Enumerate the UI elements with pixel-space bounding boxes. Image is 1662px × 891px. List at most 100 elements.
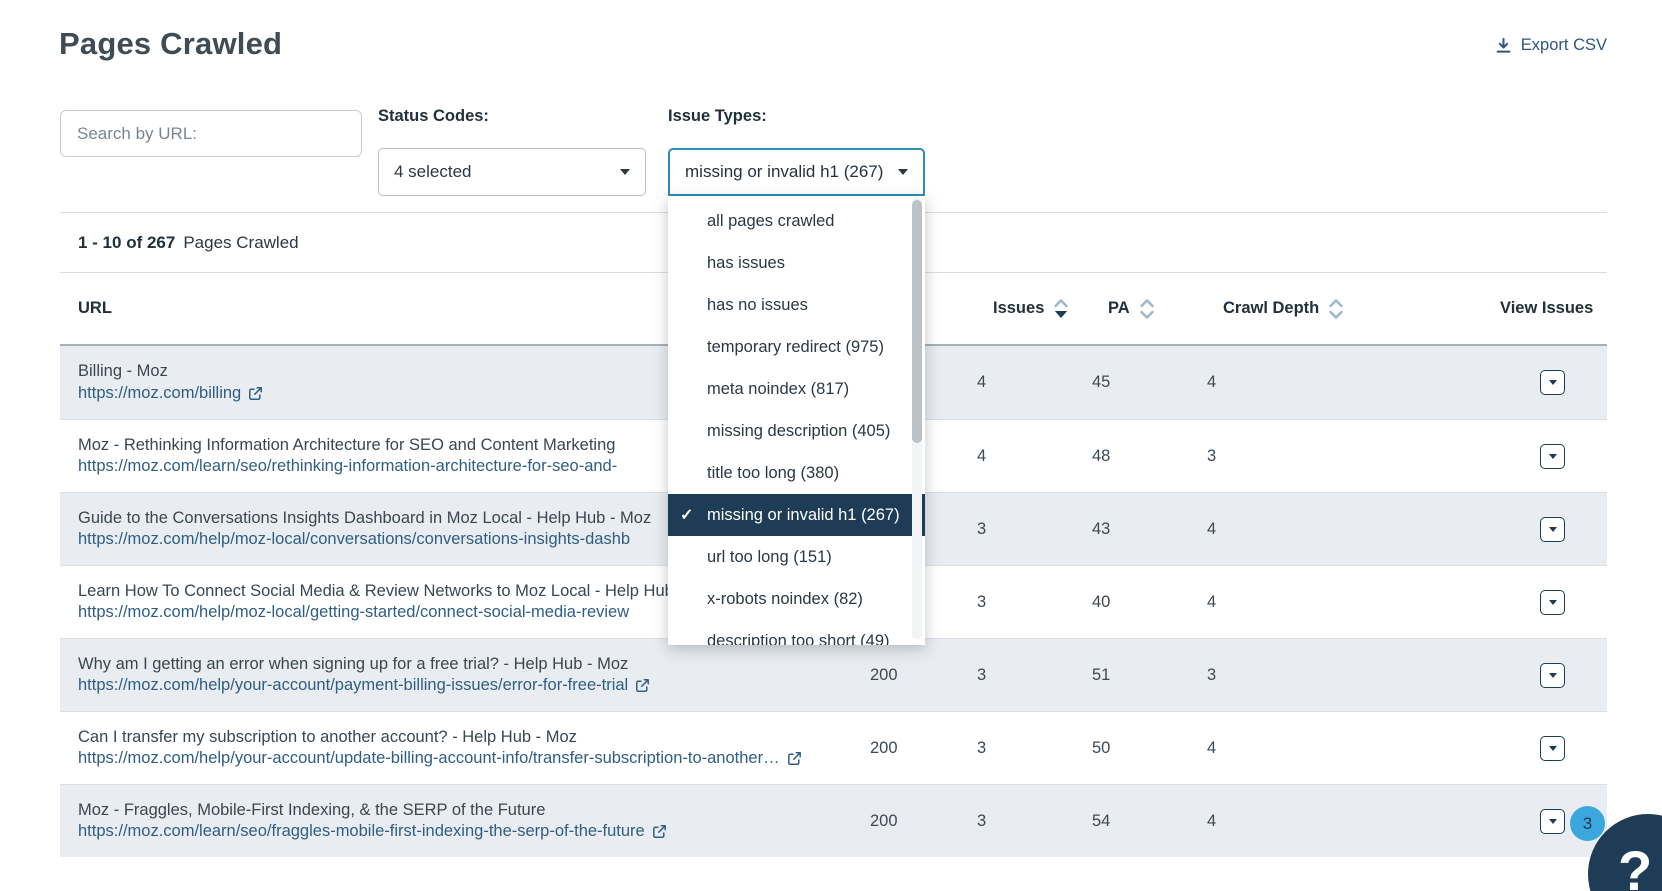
status-code-value: 200 — [870, 812, 965, 831]
external-link-icon — [787, 751, 802, 766]
sort-icon-issues-descending-active[interactable] — [1052, 297, 1070, 321]
view-issues-button[interactable] — [1540, 370, 1565, 395]
issue-type-option[interactable]: ✓temporary redirect (975) — [668, 326, 925, 368]
issue-type-option[interactable]: ✓missing description (405) — [668, 410, 925, 452]
issue-types-value: missing or invalid h1 (267) — [685, 162, 883, 182]
view-issues-button[interactable] — [1540, 590, 1565, 615]
status-code-value: 200 — [870, 666, 965, 685]
page-title-text: Moz - Fraggles, Mobile-First Indexing, &… — [78, 800, 870, 821]
option-label: all pages crawled — [707, 212, 835, 231]
page-url-link[interactable]: https://moz.com/learn/seo/rethinking-inf… — [78, 456, 617, 477]
status-codes-dropdown[interactable]: 4 selected — [378, 148, 646, 196]
issue-types-menu: ✓all pages crawled ✓has issues ✓has no i… — [668, 196, 925, 645]
pa-value: 40 — [1080, 593, 1195, 612]
page-url-link[interactable]: https://moz.com/billing — [78, 383, 263, 404]
chevron-down-icon — [1549, 527, 1557, 532]
status-codes-label: Status Codes: — [378, 107, 489, 126]
option-label: title too long (380) — [707, 464, 839, 483]
option-label: x-robots noindex (82) — [707, 590, 863, 609]
chevron-down-icon — [1549, 454, 1557, 459]
issue-type-option[interactable]: ✓url too long (151) — [668, 536, 925, 578]
page-title-text: Why am I getting an error when signing u… — [78, 654, 870, 675]
pa-value: 54 — [1080, 812, 1195, 831]
issue-type-option[interactable]: ✓meta noindex (817) — [668, 368, 925, 410]
external-link-icon — [652, 824, 667, 839]
issue-types-label: Issue Types: — [668, 107, 767, 126]
question-mark-icon: ? — [1618, 838, 1652, 891]
option-label: missing description (405) — [707, 422, 890, 441]
crawl-depth-value: 3 — [1195, 447, 1355, 466]
issue-type-option[interactable]: ✓all pages crawled — [668, 200, 925, 242]
chevron-down-icon — [1549, 819, 1557, 824]
chevron-down-icon — [1549, 746, 1557, 751]
crawl-depth-value: 4 — [1195, 373, 1355, 392]
column-header-view-issues: View Issues — [1355, 299, 1607, 318]
issues-value: 3 — [965, 520, 1080, 539]
crawl-depth-value: 4 — [1195, 593, 1355, 612]
page-url-link[interactable]: https://moz.com/help/your-account/paymen… — [78, 675, 650, 696]
summary-label: Pages Crawled — [183, 233, 298, 253]
chevron-down-icon — [1549, 673, 1557, 678]
page-url-link[interactable]: https://moz.com/help/your-account/update… — [78, 748, 802, 769]
crawl-depth-value: 4 — [1195, 739, 1355, 758]
chevron-down-icon — [1549, 600, 1557, 605]
pa-value: 45 — [1080, 373, 1195, 392]
sort-icon-crawl-depth[interactable] — [1327, 297, 1345, 321]
page-title: Pages Crawled — [59, 26, 282, 62]
table-row: Can I transfer my subscription to anothe… — [60, 711, 1607, 784]
table-row: Why am I getting an error when signing u… — [60, 638, 1607, 711]
issues-value: 3 — [965, 812, 1080, 831]
option-label: missing or invalid h1 (267) — [707, 506, 900, 525]
search-input[interactable] — [60, 110, 362, 157]
page-title-text: Can I transfer my subscription to anothe… — [78, 727, 870, 748]
option-label: temporary redirect (975) — [707, 338, 884, 357]
notification-badge: 3 — [1570, 806, 1605, 841]
page-url-link[interactable]: https://moz.com/learn/seo/fraggles-mobil… — [78, 821, 667, 842]
status-code-value: 200 — [870, 739, 965, 758]
issue-type-option[interactable]: ✓title too long (380) — [668, 452, 925, 494]
view-issues-button[interactable] — [1540, 809, 1565, 834]
export-csv-button[interactable]: Export CSV — [1495, 36, 1607, 55]
summary-range: 1 - 10 of 267 — [78, 233, 175, 253]
issue-type-option[interactable]: ✓has no issues — [668, 284, 925, 326]
crawl-depth-value: 4 — [1195, 812, 1355, 831]
option-label: description too short (49) — [707, 632, 890, 646]
menu-scrollbar[interactable] — [912, 198, 922, 639]
menu-scrollbar-thumb[interactable] — [912, 200, 922, 443]
status-codes-value: 4 selected — [394, 162, 472, 182]
external-link-icon — [635, 678, 650, 693]
crawl-depth-value: 3 — [1195, 666, 1355, 685]
column-header-issues: Issues — [965, 297, 1080, 321]
sort-icon-pa[interactable] — [1138, 297, 1156, 321]
view-issues-button[interactable] — [1540, 736, 1565, 761]
issues-value: 3 — [965, 593, 1080, 612]
check-icon: ✓ — [680, 505, 693, 525]
issue-type-option[interactable]: ✓has issues — [668, 242, 925, 284]
chevron-down-icon — [1549, 380, 1557, 385]
column-header-crawl-depth: Crawl Depth — [1195, 297, 1355, 321]
view-issues-button[interactable] — [1540, 517, 1565, 542]
issues-value: 4 — [965, 447, 1080, 466]
export-csv-label: Export CSV — [1521, 36, 1607, 55]
column-header-pa: PA — [1080, 297, 1195, 321]
crawl-depth-value: 4 — [1195, 520, 1355, 539]
pa-value: 43 — [1080, 520, 1195, 539]
issue-type-option[interactable]: ✓description too short (49) — [668, 620, 925, 645]
issue-type-option-selected[interactable]: ✓ missing or invalid h1 (267) — [668, 494, 925, 536]
page-url-link[interactable]: https://moz.com/help/moz-local/getting-s… — [78, 602, 629, 623]
option-label: url too long (151) — [707, 548, 832, 567]
option-label: has issues — [707, 254, 785, 273]
pa-value: 48 — [1080, 447, 1195, 466]
view-issues-button[interactable] — [1540, 444, 1565, 469]
issue-types-dropdown[interactable]: missing or invalid h1 (267) — [668, 148, 925, 196]
page-url-link[interactable]: https://moz.com/help/moz-local/conversat… — [78, 529, 630, 550]
issue-type-option[interactable]: ✓x-robots noindex (82) — [668, 578, 925, 620]
pa-value: 51 — [1080, 666, 1195, 685]
chevron-down-icon — [620, 169, 630, 175]
option-label: has no issues — [707, 296, 808, 315]
chevron-down-icon — [898, 169, 908, 175]
option-label: meta noindex (817) — [707, 380, 849, 399]
pa-value: 50 — [1080, 739, 1195, 758]
issues-value: 4 — [965, 373, 1080, 392]
view-issues-button[interactable] — [1540, 663, 1565, 688]
